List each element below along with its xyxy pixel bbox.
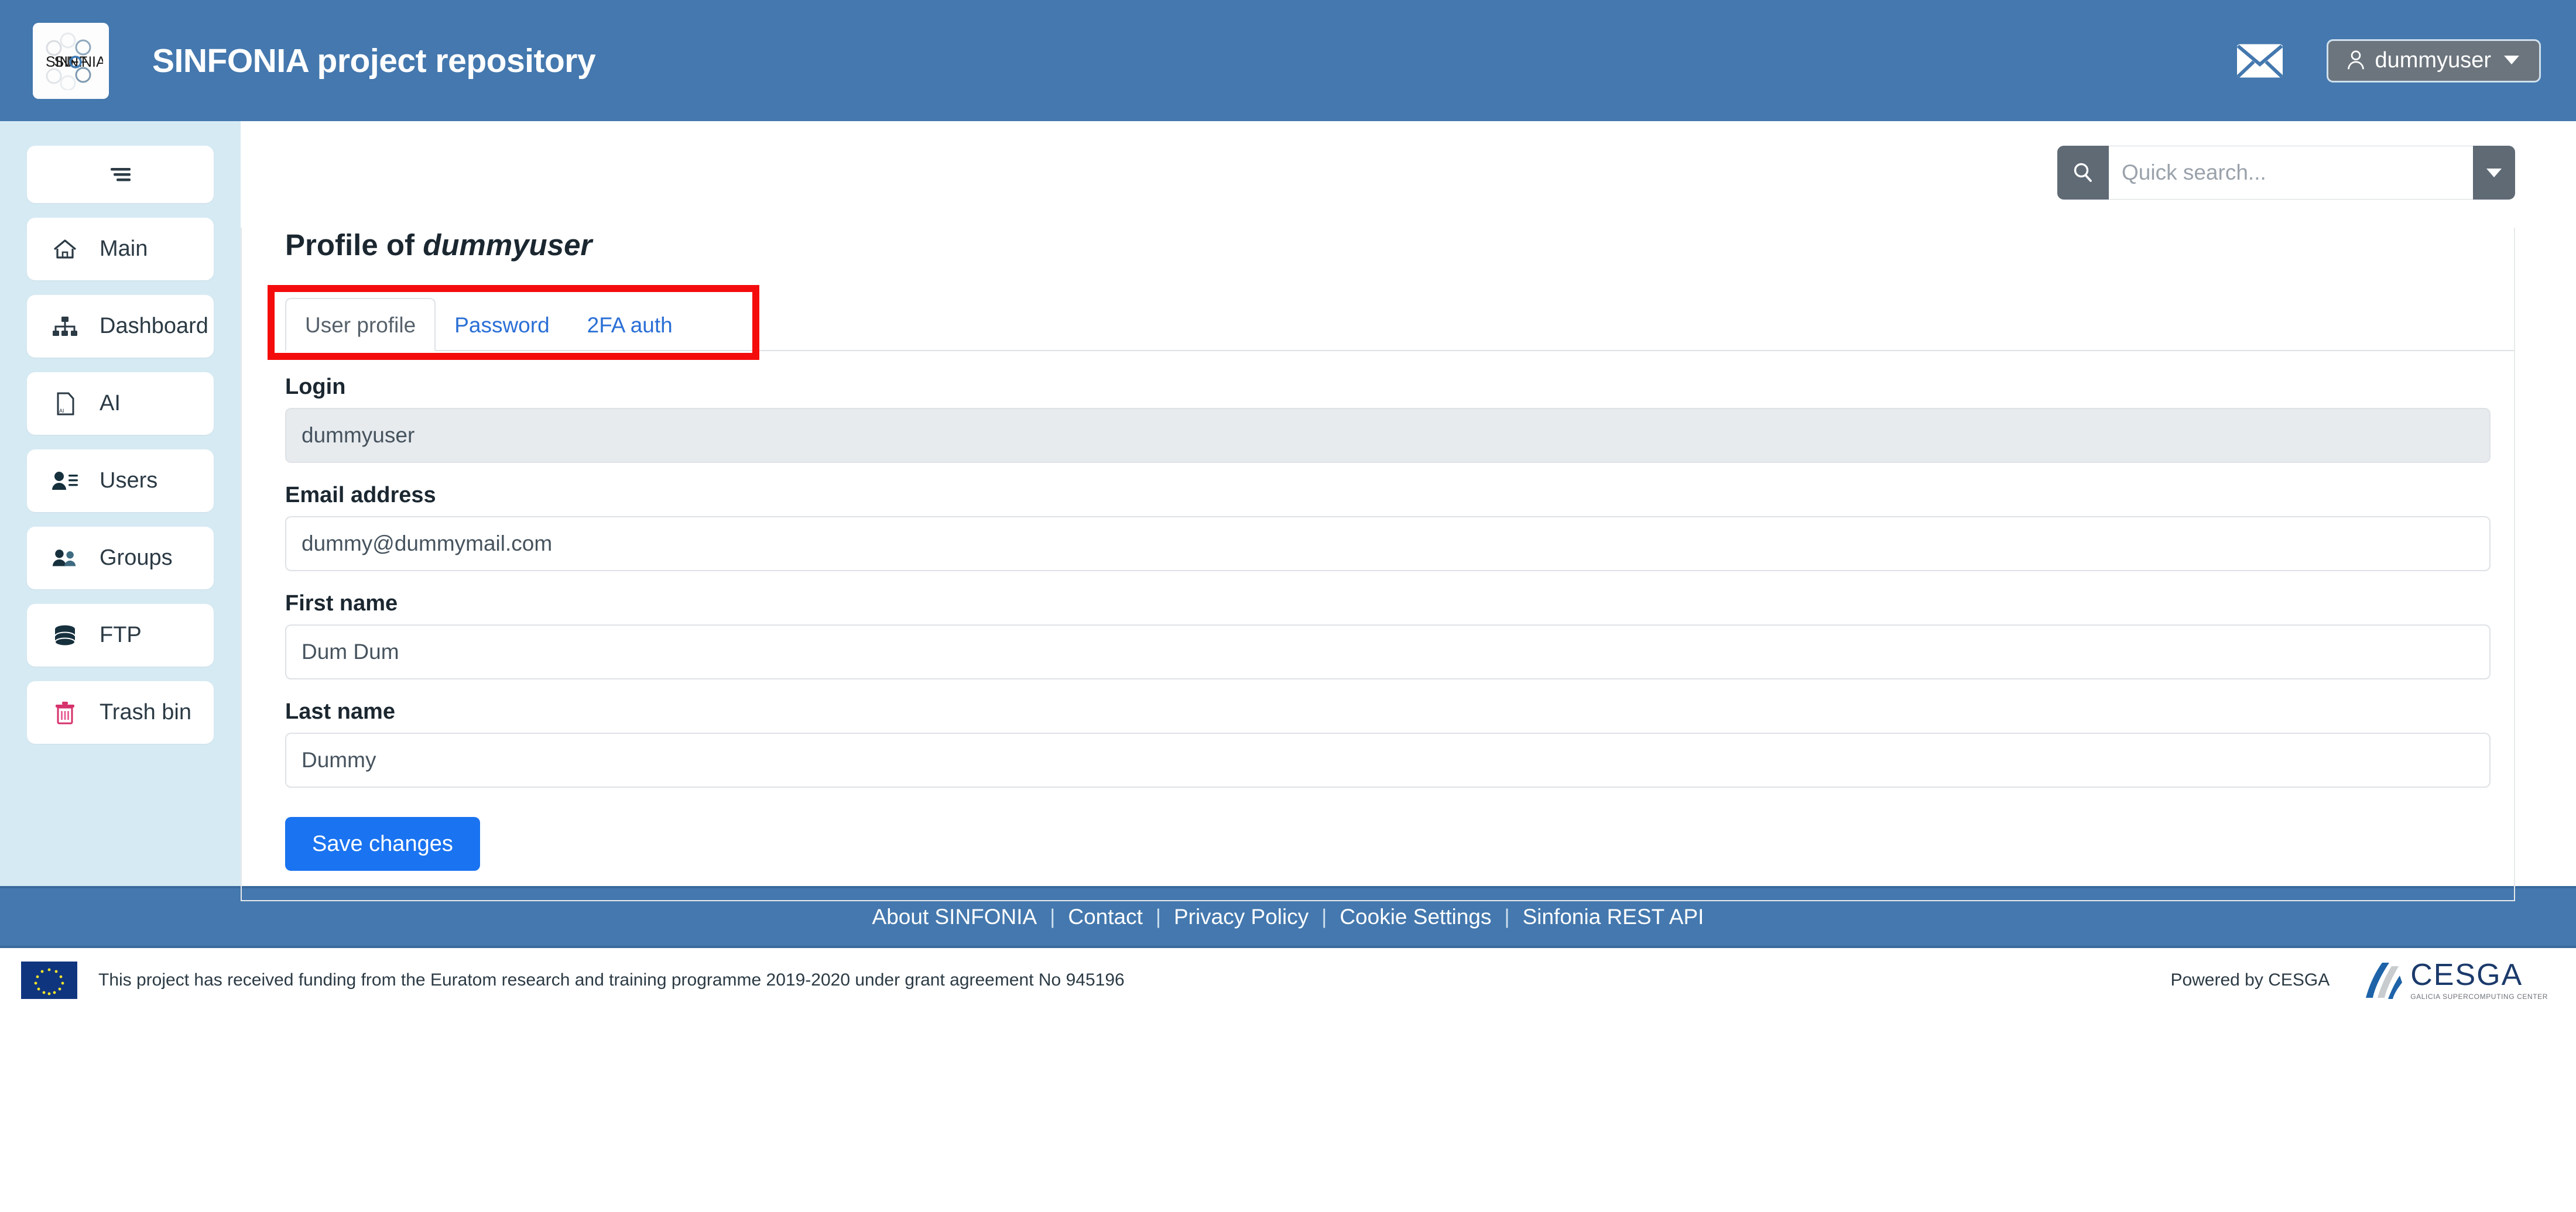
svg-text:NIA: NIA — [81, 54, 103, 70]
powered-by-cesga: Powered by CESGA CESGA GALICIA SUPERCOMP… — [2170, 959, 2548, 1001]
page-title-username: dummyuser — [423, 228, 592, 262]
last-name-input[interactable] — [285, 733, 2491, 788]
search-button[interactable] — [2057, 146, 2109, 200]
search-input[interactable] — [2109, 146, 2473, 200]
database-icon — [52, 622, 78, 649]
cesga-tagline: GALICIA SUPERCOMPUTING CENTER — [2410, 993, 2548, 1001]
user-list-icon — [52, 468, 78, 495]
quick-search-group — [2057, 146, 2515, 200]
funding-text: This project has received funding from t… — [98, 970, 1125, 990]
user-menu-label: dummyuser — [2375, 47, 2492, 73]
footer-separator: | — [1155, 905, 1161, 928]
sidebar-item-ftp[interactable]: FTP — [27, 604, 214, 667]
profile-panel: Profile of dummyuser User profile Passwo… — [241, 228, 2515, 901]
page-title-prefix: Profile of — [285, 228, 423, 262]
first-name-label: First name — [285, 591, 398, 616]
cesga-logo[interactable]: CESGA GALICIA SUPERCOMPUTING CENTER — [2349, 959, 2548, 1001]
tabs-container: User profile Password 2FA auth — [268, 285, 2514, 360]
footer-link-contact[interactable]: Contact — [1055, 905, 1156, 929]
tab-user-profile[interactable]: User profile — [285, 298, 436, 351]
sidebar-item-dashboard[interactable]: Dashboard — [27, 295, 214, 358]
footer-link-privacy-policy[interactable]: Privacy Policy — [1161, 905, 1321, 929]
ai-file-icon: AI — [52, 390, 78, 417]
sidebar-item-label: Users — [100, 468, 158, 493]
cesga-wordmark: CESGA — [2410, 958, 2523, 992]
sidebar-item-label: FTP — [100, 623, 142, 647]
footer-link-about-sinfonia[interactable]: About SINFONIA — [859, 905, 1050, 929]
sidebar: Main Dashboard AI AI Users Groups FTP Tr… — [0, 121, 241, 886]
sidebar-toggle-button[interactable] — [27, 146, 214, 203]
header-actions: dummyuser — [2235, 39, 2541, 83]
funding-bar: This project has received funding from t… — [0, 948, 2576, 1012]
footer-separator: | — [1321, 905, 1327, 928]
powered-by-label: Powered by CESGA — [2170, 970, 2330, 990]
email-input[interactable] — [285, 516, 2491, 571]
users-group-icon — [52, 545, 78, 572]
sidebar-item-ai[interactable]: AI AI — [27, 372, 214, 435]
svg-text:AI: AI — [59, 408, 64, 414]
sidebar-item-label: Groups — [100, 545, 173, 570]
footer-separator: | — [1504, 905, 1510, 928]
tab-2fa-auth[interactable]: 2FA auth — [568, 299, 691, 350]
last-name-label: Last name — [285, 699, 395, 724]
user-profile-form: Login Email address First name Last name… — [268, 351, 2491, 900]
home-icon — [52, 236, 78, 263]
page-title: Profile of dummyuser — [285, 228, 2514, 262]
sidebar-item-users[interactable]: Users — [27, 449, 214, 512]
caret-down-icon — [2486, 168, 2502, 177]
save-changes-button[interactable]: Save changes — [285, 817, 480, 871]
search-icon — [2074, 163, 2092, 182]
email-label: Email address — [285, 483, 436, 507]
sinfonia-logo[interactable]: SINF SINF NIA — [33, 22, 109, 99]
login-label: Login — [285, 375, 346, 399]
hamburger-menu-icon — [110, 168, 131, 181]
user-menu-button[interactable]: dummyuser — [2326, 39, 2541, 83]
footer-link-sinfonia-rest-api[interactable]: Sinfonia REST API — [1510, 905, 1717, 929]
sidebar-item-groups[interactable]: Groups — [27, 527, 214, 589]
caret-down-icon — [2504, 56, 2519, 64]
tab-password[interactable]: Password — [436, 299, 568, 350]
main-content: Profile of dummyuser User profile Passwo… — [241, 121, 2576, 901]
footer-separator: | — [1050, 905, 1056, 928]
sinfonia-logo-icon: SINF SINF NIA — [46, 32, 103, 90]
search-dropdown-button[interactable] — [2473, 146, 2515, 200]
sidebar-item-label: AI — [100, 391, 121, 416]
footer-link-cookie-settings[interactable]: Cookie Settings — [1327, 905, 1504, 929]
sidebar-item-label: Trash bin — [100, 700, 191, 725]
eu-flag-icon — [21, 962, 77, 999]
app-header: SINF SINF NIA SINFONIA project repositor… — [0, 0, 2576, 121]
trash-icon — [52, 699, 78, 726]
app-title: SINFONIA project repository — [152, 42, 596, 80]
profile-tabs: User profile Password 2FA auth — [285, 290, 2514, 351]
sidebar-item-label: Dashboard — [100, 314, 208, 338]
login-input — [285, 408, 2491, 463]
envelope-icon[interactable] — [2235, 42, 2284, 80]
footer-links: About SINFONIA | Contact | Privacy Polic… — [859, 905, 1717, 929]
sidebar-item-trash-bin[interactable]: Trash bin — [27, 681, 214, 744]
quick-search-row — [241, 121, 2576, 200]
sitemap-icon — [52, 313, 78, 340]
sidebar-item-label: Main — [100, 236, 148, 261]
cesga-slashes-icon — [2366, 963, 2403, 999]
sidebar-item-main[interactable]: Main — [27, 218, 214, 280]
person-icon — [2347, 50, 2364, 69]
page-body: Main Dashboard AI AI Users Groups FTP Tr… — [0, 121, 2576, 901]
first-name-input[interactable] — [285, 624, 2491, 679]
